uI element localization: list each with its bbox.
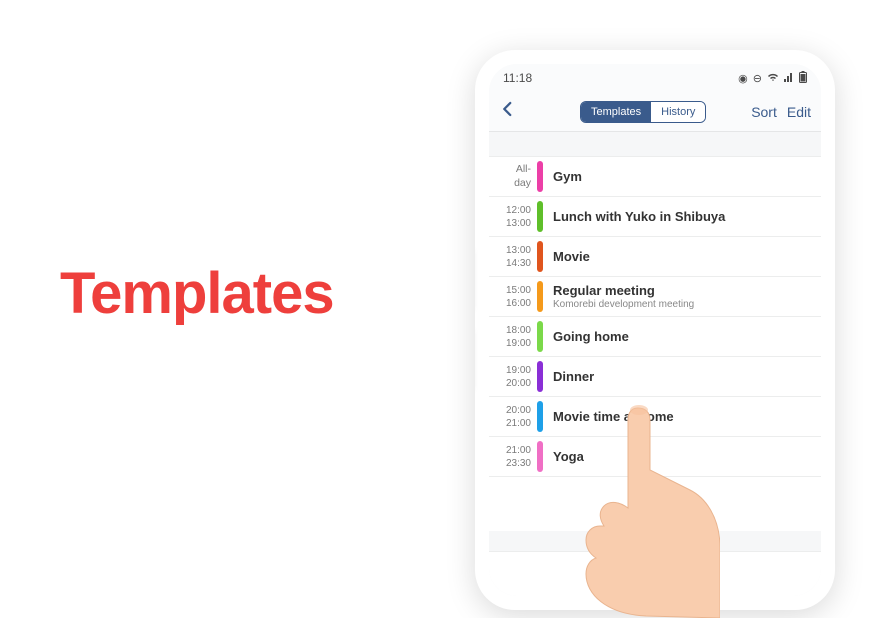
segmented-control: Templates History	[580, 101, 706, 123]
event-title: Regular meeting	[553, 283, 811, 298]
template-row[interactable]: 15:0016:00Regular meetingKomorebi develo…	[489, 277, 821, 317]
tab-templates[interactable]: Templates	[581, 102, 651, 122]
battery-icon	[799, 71, 807, 86]
event-title: Movie	[553, 249, 811, 264]
time-label: All-day	[489, 157, 537, 196]
row-content: Going home	[543, 317, 821, 356]
time-label: 12:0013:00	[489, 197, 537, 236]
time-label: 18:0019:00	[489, 317, 537, 356]
event-title: Movie time at home	[553, 409, 811, 424]
time-label: 13:0014:30	[489, 237, 537, 276]
back-button[interactable]	[499, 100, 517, 123]
template-row[interactable]: 18:0019:00 Going home	[489, 317, 821, 357]
edit-button[interactable]: Edit	[787, 104, 811, 120]
nav-bar: Templates History Sort Edit	[489, 92, 821, 132]
eye-icon: ◉	[738, 72, 748, 85]
template-row[interactable]: 12:0013:00 Lunch with Yuko in Shibuya	[489, 197, 821, 237]
signal-icon	[784, 72, 794, 85]
template-row[interactable]: 21:0023:30 Yoga	[489, 437, 821, 477]
event-title: Going home	[553, 329, 811, 344]
row-content: Gym	[543, 157, 821, 196]
status-time: 11:18	[503, 71, 532, 85]
row-content: Movie	[543, 237, 821, 276]
phone-screen: 11:18 ◉ ⊖ Templates Histor	[489, 64, 821, 596]
event-subtitle: Komorebi development meeting	[553, 299, 811, 310]
row-content: Yoga	[543, 437, 821, 476]
time-label: 21:0023:30	[489, 437, 537, 476]
sort-button[interactable]: Sort	[751, 104, 777, 120]
template-row[interactable]: All-day Gym	[489, 157, 821, 197]
event-title: Dinner	[553, 369, 811, 384]
time-label: 15:0016:00	[489, 277, 537, 316]
row-content: Regular meetingKomorebi development meet…	[543, 277, 821, 316]
status-bar: 11:18 ◉ ⊖	[489, 64, 821, 92]
wifi-icon	[767, 72, 779, 85]
dnd-icon: ⊖	[753, 72, 762, 85]
chevron-left-icon	[499, 100, 517, 118]
row-content: Lunch with Yuko in Shibuya	[543, 197, 821, 236]
event-title: Yoga	[553, 449, 811, 464]
template-row[interactable]: 19:0020:00 Dinner	[489, 357, 821, 397]
template-list: All-day Gym 12:0013:00 Lunch with Yuko in S…	[489, 156, 821, 531]
status-icons: ◉ ⊖	[738, 71, 807, 86]
event-title: Lunch with Yuko in Shibuya	[553, 209, 811, 224]
time-label: 20:0021:00	[489, 397, 537, 436]
event-title: Gym	[553, 169, 811, 184]
add-template-button[interactable]: template	[489, 551, 821, 596]
row-content: Dinner	[543, 357, 821, 396]
template-row[interactable]: 20:0021:00 Movie time at home	[489, 397, 821, 437]
time-label: 19:0020:00	[489, 357, 537, 396]
template-row[interactable]: 13:0014:30 Movie	[489, 237, 821, 277]
tab-history[interactable]: History	[651, 102, 705, 122]
page-heading: Templates	[60, 260, 334, 327]
phone-frame: 11:18 ◉ ⊖ Templates Histor	[475, 50, 835, 610]
row-content: Movie time at home	[543, 397, 821, 436]
